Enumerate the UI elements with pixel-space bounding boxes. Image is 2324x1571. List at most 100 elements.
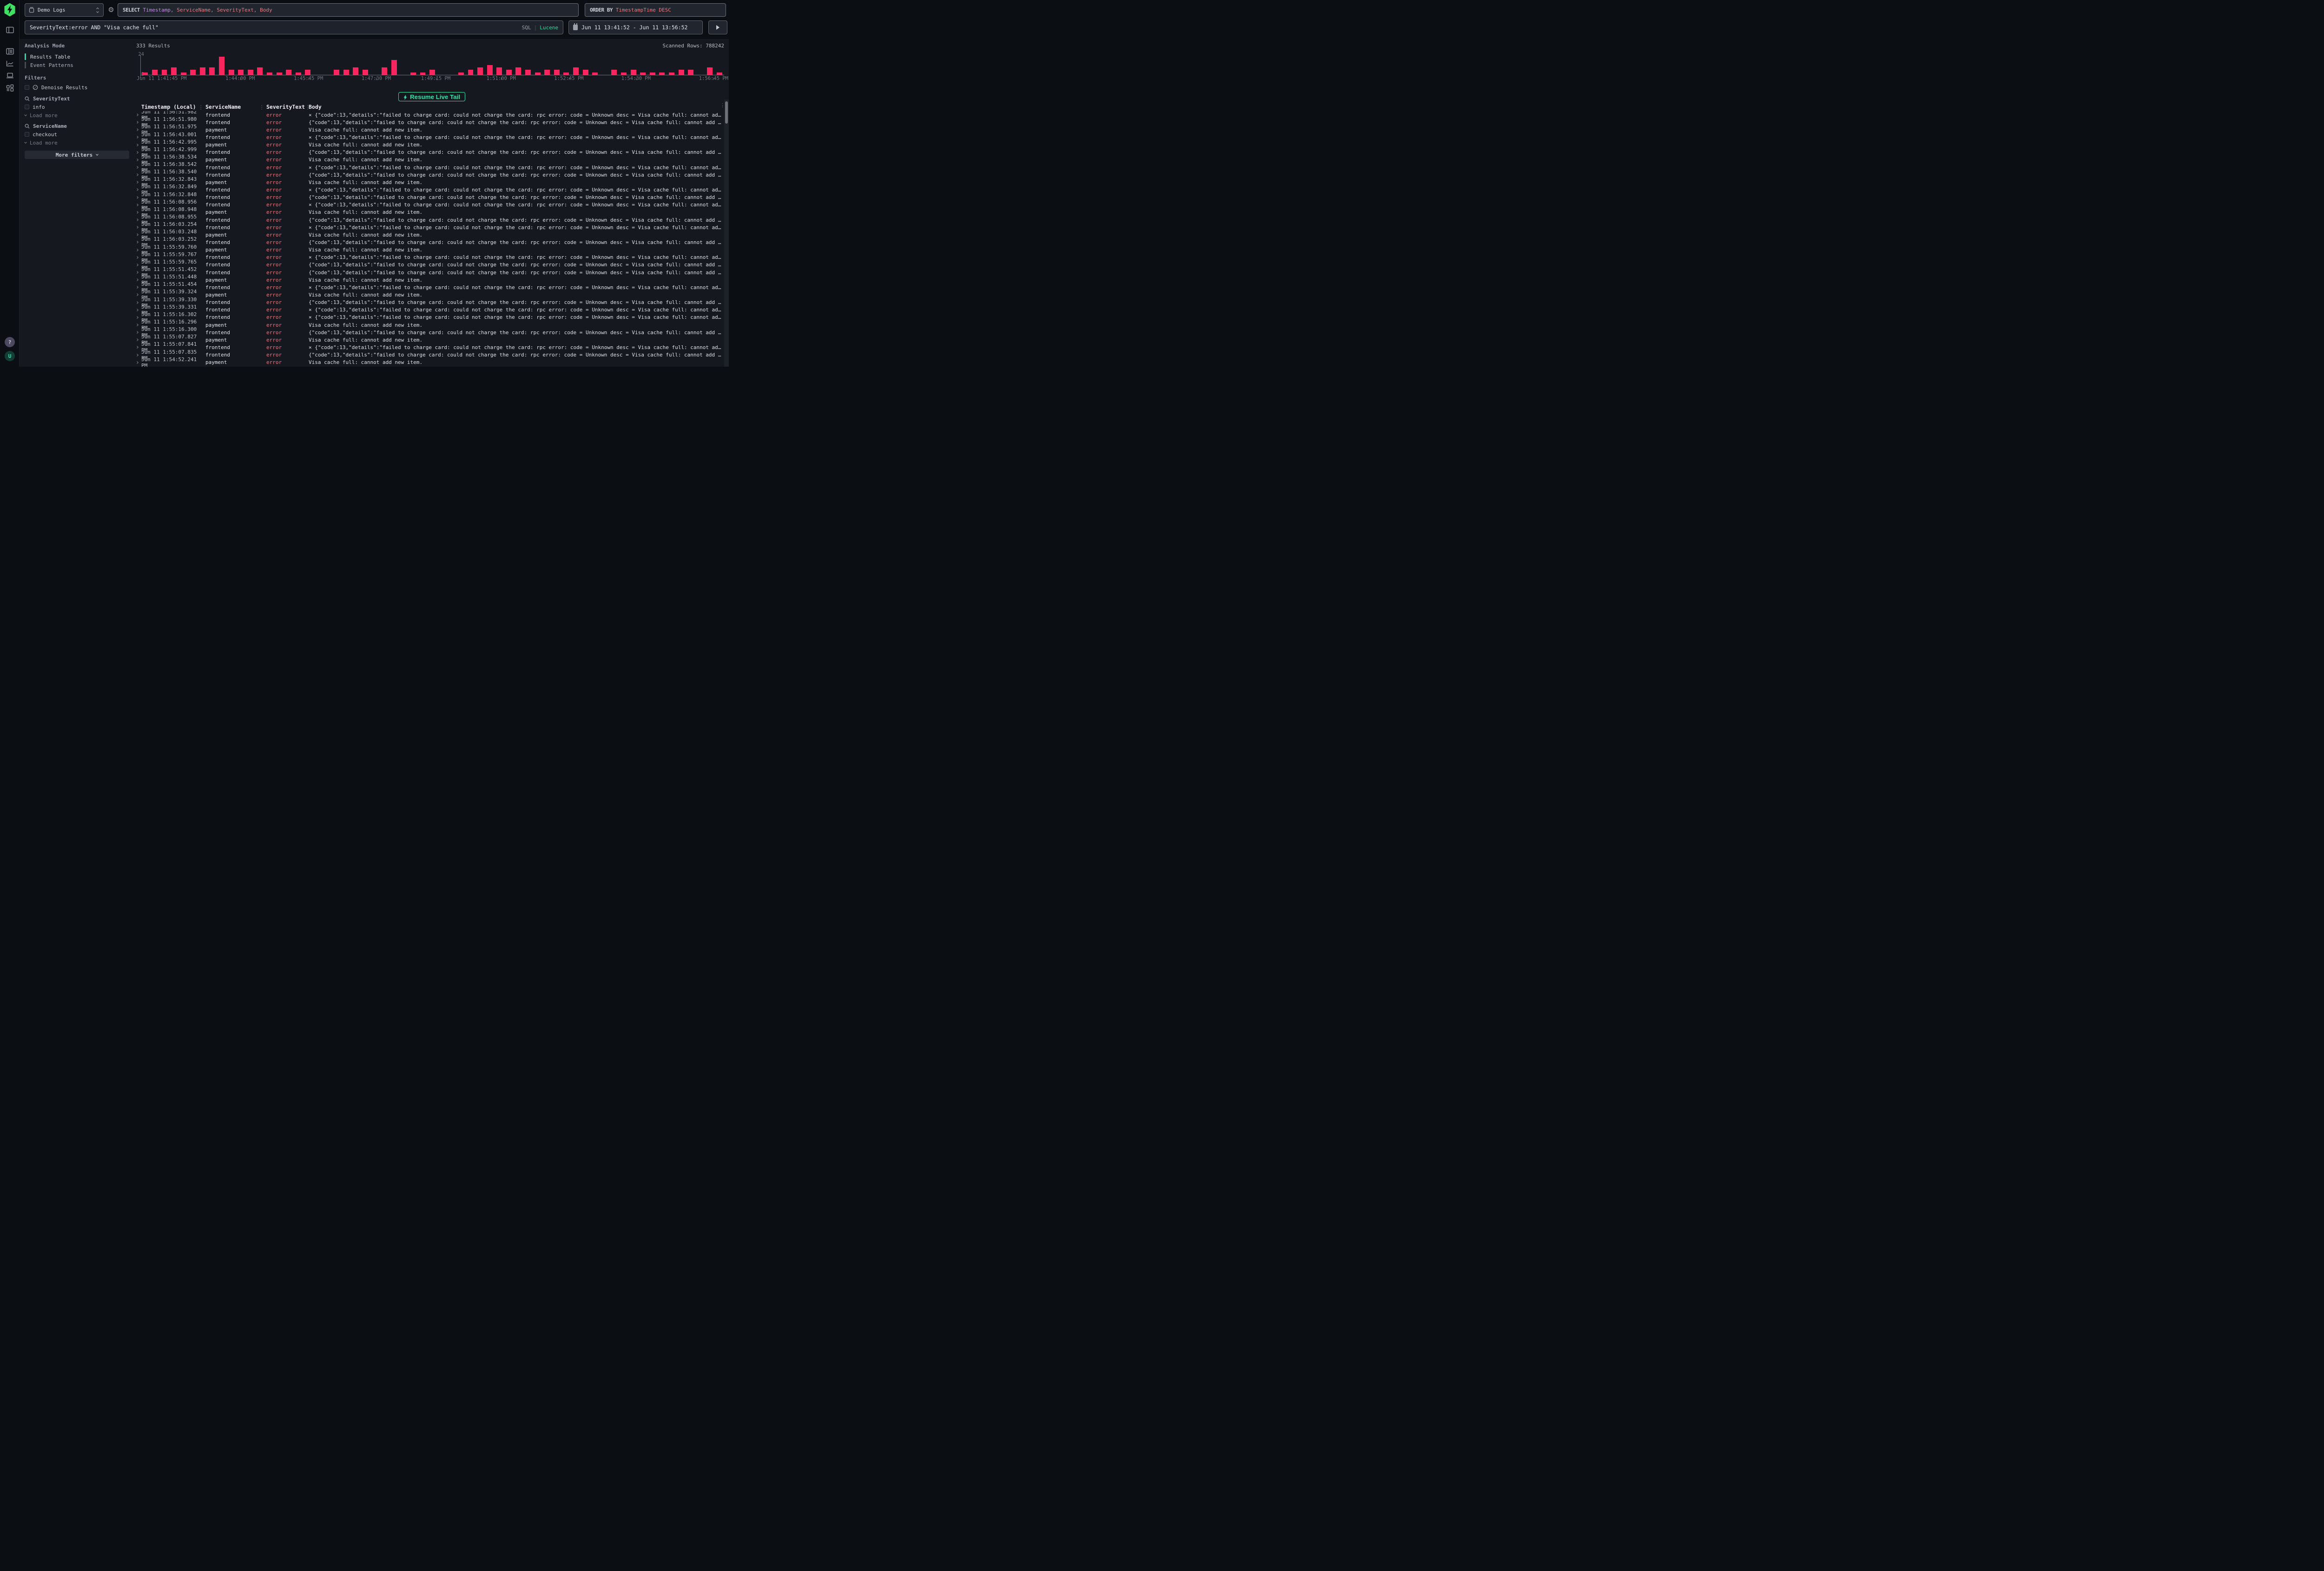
log-row[interactable]: Jun 11 1:56:38.540 PMfrontenderror{"code… [135,171,723,178]
help-button[interactable]: ? [5,337,15,347]
row-expand-chevron-icon[interactable] [135,317,141,318]
log-row[interactable]: Jun 11 1:56:51.982 PMfrontenderror× {"co… [135,111,723,119]
row-expand-chevron-icon[interactable] [135,249,141,251]
row-expand-chevron-icon[interactable] [135,271,141,273]
log-row[interactable]: Jun 11 1:56:03.248 PMpaymenterrorVisa ca… [135,231,723,238]
denoise-results-filter[interactable]: Denoise Results [25,84,87,91]
log-row[interactable]: Jun 11 1:56:08.956 PMfrontenderror× {"co… [135,201,723,209]
log-row[interactable]: Jun 11 1:55:39.324 PMpaymenterrorVisa ca… [135,291,723,298]
column-header-servicename[interactable]: ServiceName⋮ [205,104,266,110]
analysis-mode-results-table[interactable]: Results Table [25,53,70,60]
log-row[interactable]: Jun 11 1:55:59.767 PMfrontenderror× {"co… [135,254,723,261]
log-row[interactable]: Jun 11 1:56:32.849 PMfrontenderror× {"co… [135,186,723,193]
row-expand-chevron-icon[interactable] [135,114,141,116]
log-row[interactable]: Jun 11 1:56:03.254 PMfrontenderror× {"co… [135,224,723,231]
log-row[interactable]: Jun 11 1:55:07.827 PMpaymenterrorVisa ca… [135,336,723,343]
order-by-input[interactable]: ORDER BY TimestampTime DESC [585,3,726,17]
log-row[interactable]: Jun 11 1:55:16.302 PMfrontenderror× {"co… [135,314,723,321]
row-expand-chevron-icon[interactable] [135,331,141,333]
log-row[interactable]: Jun 11 1:56:42.999 PMfrontenderror{"code… [135,149,723,156]
log-row[interactable]: Jun 11 1:56:08.955 PMfrontenderror{"code… [135,216,723,224]
load-more-servicename[interactable]: Load more [25,139,58,146]
row-expand-chevron-icon[interactable] [135,189,141,191]
log-row[interactable]: Jun 11 1:56:32.848 PMfrontenderror{"code… [135,194,723,201]
time-range-picker[interactable]: Jun 11 13:41:52 - Jun 11 13:56:52 [568,20,703,34]
row-expand-chevron-icon[interactable] [135,152,141,153]
row-expand-chevron-icon[interactable] [135,354,141,356]
source-select[interactable]: Demo Logs [25,3,104,17]
client-sessions-icon[interactable] [6,72,14,79]
row-expand-chevron-icon[interactable] [135,241,141,243]
row-expand-chevron-icon[interactable] [135,174,141,176]
row-expand-chevron-icon[interactable] [135,302,141,304]
row-expand-chevron-icon[interactable] [135,264,141,266]
more-filters-button[interactable]: More filters [25,151,129,159]
row-expand-chevron-icon[interactable] [135,204,141,206]
log-row[interactable]: Jun 11 1:56:51.980 PMfrontenderror{"code… [135,119,723,126]
row-expand-chevron-icon[interactable] [135,219,141,221]
row-expand-chevron-icon[interactable] [135,211,141,213]
row-expand-chevron-icon[interactable] [135,159,141,161]
user-avatar[interactable]: U [5,351,15,361]
log-row[interactable]: Jun 11 1:55:16.300 PMfrontenderror{"code… [135,329,723,336]
select-clause-input[interactable]: SELECT Timestamp, ServiceName, SeverityT… [118,3,579,17]
column-header-body[interactable]: Body [309,104,719,110]
row-expand-chevron-icon[interactable] [135,309,141,311]
row-expand-chevron-icon[interactable] [135,324,141,326]
row-expand-chevron-icon[interactable] [135,339,141,341]
row-expand-chevron-icon[interactable] [135,346,141,348]
column-resize-handle[interactable]: ⋮ [198,104,204,110]
log-row[interactable]: Jun 11 1:55:51.448 PMpaymenterrorVisa ca… [135,276,723,284]
vertical-scrollbar[interactable] [724,99,729,367]
log-row[interactable]: Jun 11 1:54:52.241 PMpaymenterrorVisa ca… [135,359,723,366]
log-row[interactable]: Jun 11 1:55:07.835 PMfrontenderror{"code… [135,351,723,359]
log-row[interactable]: Jun 11 1:56:43.001 PMfrontenderror× {"co… [135,133,723,141]
log-row[interactable]: Jun 11 1:55:51.452 PMfrontenderror{"code… [135,269,723,276]
mode-lucene-toggle[interactable]: Lucene [540,25,558,31]
mode-sql-toggle[interactable]: SQL [522,25,531,31]
row-expand-chevron-icon[interactable] [135,121,141,123]
log-row[interactable]: Jun 11 1:56:03.252 PMfrontenderror{"code… [135,238,723,246]
column-header-timestamp[interactable]: Timestamp (Local)⋮ [141,104,205,110]
filter-group-servicename[interactable]: ServiceName [25,123,67,129]
log-row[interactable]: Jun 11 1:55:39.330 PMfrontenderror{"code… [135,299,723,306]
row-expand-chevron-icon[interactable] [135,279,141,281]
search-input[interactable]: SeverityText:error AND "Visa cache full"… [25,20,563,34]
checkout-checkbox[interactable] [25,132,29,137]
log-row[interactable]: Jun 11 1:55:51.454 PMfrontenderror× {"co… [135,284,723,291]
log-row[interactable]: Jun 11 1:55:16.296 PMpaymenterrorVisa ca… [135,321,723,329]
chart-explorer-icon[interactable] [6,59,14,67]
row-expand-chevron-icon[interactable] [135,294,141,296]
log-row[interactable]: Jun 11 1:55:39.331 PMfrontenderror× {"co… [135,306,723,314]
filter-option-checkout[interactable]: checkout [25,131,57,138]
row-expand-chevron-icon[interactable] [135,362,141,363]
row-expand-chevron-icon[interactable] [135,234,141,236]
row-expand-chevron-icon[interactable] [135,136,141,138]
row-expand-chevron-icon[interactable] [135,144,141,146]
column-resize-handle[interactable]: ⋮ [259,104,265,110]
log-row[interactable]: Jun 11 1:56:38.542 PMfrontenderror× {"co… [135,164,723,171]
dashboards-icon[interactable] [6,84,14,92]
log-row[interactable]: Jun 11 1:56:08.948 PMpaymenterrorVisa ca… [135,209,723,216]
info-checkbox[interactable] [25,105,29,109]
app-logo-icon[interactable] [3,3,16,17]
log-row[interactable]: Jun 11 1:56:32.843 PMpaymenterrorVisa ca… [135,178,723,186]
log-row[interactable]: Jun 11 1:55:07.841 PMfrontenderror× {"co… [135,343,723,351]
run-query-button[interactable] [708,20,727,34]
resume-live-tail-button[interactable]: Resume Live Tail [398,92,465,101]
log-row[interactable]: Jun 11 1:55:59.760 PMpaymenterrorVisa ca… [135,246,723,254]
row-expand-chevron-icon[interactable] [135,197,141,198]
column-header-severitytext[interactable]: SeverityText⋮ [266,104,309,110]
log-row[interactable]: Jun 11 1:55:59.765 PMfrontenderror{"code… [135,261,723,269]
row-expand-chevron-icon[interactable] [135,226,141,228]
row-expand-chevron-icon[interactable] [135,166,141,168]
filter-option-info[interactable]: info [25,104,45,110]
denoise-checkbox[interactable] [25,85,29,90]
log-row[interactable]: Jun 11 1:56:38.534 PMpaymenterrorVisa ca… [135,156,723,164]
load-more-severitytext[interactable]: Load more [25,112,58,119]
filter-group-severitytext[interactable]: SeverityText [25,95,70,102]
source-settings-gear-icon[interactable]: ⚙ [107,6,115,14]
panel-toggle-icon[interactable] [6,26,14,34]
row-expand-chevron-icon[interactable] [135,181,141,183]
analysis-mode-event-patterns[interactable]: Event Patterns [25,61,73,69]
